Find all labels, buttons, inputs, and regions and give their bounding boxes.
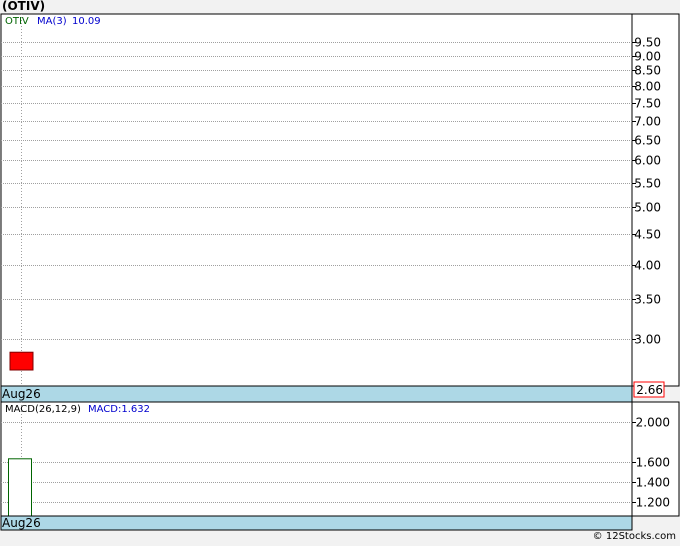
price-tick-label: 9.00 (634, 50, 661, 64)
macd-bar (8, 458, 32, 517)
price-tick-label: 4.00 (634, 259, 661, 273)
price-panel-frame (0, 13, 680, 387)
price-tick-label: 8.50 (634, 64, 661, 78)
price-tick-label: 5.00 (634, 201, 661, 215)
macd-tick-label: 2.000 (636, 416, 670, 430)
macd-date-label: Aug26 (2, 516, 41, 530)
price-legend-ma-value: 10.09 (72, 16, 101, 27)
macd-tick-label: 1.200 (636, 496, 670, 510)
macd-legend-name: MACD(26,12,9) (5, 404, 81, 415)
price-date-band (0, 385, 633, 403)
macd-tick-label: 1.600 (636, 456, 670, 470)
price-tick-label: 3.00 (634, 333, 661, 347)
price-candle (9, 351, 34, 371)
site-credit: © 12Stocks.com (592, 531, 676, 542)
price-tick-label: 5.50 (634, 177, 661, 191)
macd-legend-value: MACD:1.632 (88, 404, 150, 415)
price-tick-label: 3.50 (634, 293, 661, 307)
price-tick-label: 4.50 (634, 228, 661, 242)
stock-chart: 3.00 3.50 4.00 4.50 5.00 5.50 6.00 6.50 7.00 7.50… (0, 13, 680, 531)
macd-tick-label: 1.400 (636, 476, 670, 490)
macd-panel-frame (0, 401, 680, 517)
price-legend-symbol: OTIV (5, 16, 29, 27)
price-legend-ma-label: MA(3) (37, 16, 67, 27)
macd-date-band (0, 515, 633, 531)
price-tick-label: 7.00 (634, 115, 661, 129)
price-date-label: Aug26 (2, 387, 41, 401)
price-tick-label: 8.00 (634, 80, 661, 94)
price-tick-label: 7.50 (634, 97, 661, 111)
price-tick-label: 9.50 (634, 36, 661, 50)
price-tick-label: 6.00 (634, 154, 661, 168)
last-price-label: 2.66 (636, 383, 663, 397)
price-tick-label: 6.50 (634, 134, 661, 148)
